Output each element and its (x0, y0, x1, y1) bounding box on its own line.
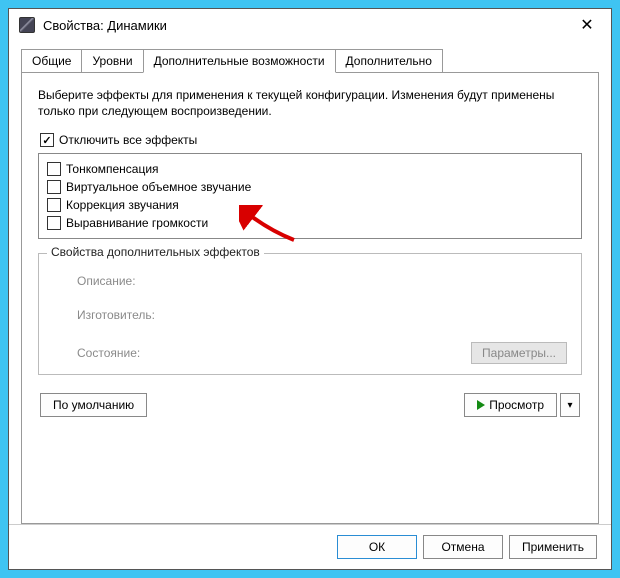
checkbox-icon (47, 198, 61, 212)
effects-list: Тонкомпенсация Виртуальное объемное звуч… (38, 153, 582, 239)
preview-dropdown-button[interactable]: ▾ (560, 393, 580, 417)
checkbox-icon (47, 180, 61, 194)
effect-item[interactable]: Коррекция звучания (47, 196, 573, 214)
checkbox-icon: ✓ (40, 133, 54, 147)
tab-enhancements[interactable]: Дополнительные возможности (143, 49, 336, 73)
preview-label: Просмотр (489, 398, 544, 412)
ok-button[interactable]: ОК (337, 535, 417, 559)
close-icon[interactable]: ✕ (573, 13, 601, 37)
action-buttons-row: По умолчанию Просмотр ▾ (38, 393, 582, 427)
description-label: Описание: (77, 274, 567, 288)
cancel-button[interactable]: Отмена (423, 535, 503, 559)
vendor-label: Изготовитель: (77, 308, 567, 322)
preview-button[interactable]: Просмотр (464, 393, 557, 417)
play-icon (477, 400, 485, 410)
content-area: Общие Уровни Дополнительные возможности … (9, 41, 611, 524)
effect-label: Выравнивание громкости (66, 216, 208, 230)
status-label: Состояние: (77, 346, 140, 360)
effect-label: Виртуальное объемное звучание (66, 180, 251, 194)
tab-general[interactable]: Общие (21, 49, 82, 73)
checkbox-icon (47, 162, 61, 176)
disable-all-label: Отключить все эффекты (59, 133, 197, 147)
dialog-footer: ОК Отмена Применить (9, 524, 611, 569)
effect-item[interactable]: Тонкомпенсация (47, 160, 573, 178)
preview-button-group: Просмотр ▾ (464, 393, 580, 417)
tab-advanced[interactable]: Дополнительно (335, 49, 443, 73)
effect-label: Коррекция звучания (66, 198, 179, 212)
group-legend: Свойства дополнительных эффектов (47, 245, 264, 259)
window-title: Свойства: Динамики (43, 18, 573, 33)
instructions-text: Выберите эффекты для применения к текуще… (38, 87, 582, 119)
effect-item[interactable]: Виртуальное объемное звучание (47, 178, 573, 196)
effect-item[interactable]: Выравнивание громкости (47, 214, 573, 232)
effect-label: Тонкомпенсация (66, 162, 159, 176)
speaker-app-icon (19, 17, 35, 33)
apply-button[interactable]: Применить (509, 535, 597, 559)
titlebar: Свойства: Динамики ✕ (9, 9, 611, 41)
chevron-down-icon: ▾ (567, 400, 572, 411)
disable-all-effects-checkbox[interactable]: ✓ Отключить все эффекты (40, 133, 582, 147)
tab-strip: Общие Уровни Дополнительные возможности … (21, 49, 599, 73)
properties-window: Свойства: Динамики ✕ Общие Уровни Дополн… (8, 8, 612, 570)
tab-levels[interactable]: Уровни (81, 49, 143, 73)
tab-panel-enhancements: Выберите эффекты для применения к текуще… (21, 72, 599, 524)
effect-properties-group: Свойства дополнительных эффектов Описани… (38, 253, 582, 375)
restore-defaults-button[interactable]: По умолчанию (40, 393, 147, 417)
checkbox-icon (47, 216, 61, 230)
parameters-button: Параметры... (471, 342, 567, 364)
